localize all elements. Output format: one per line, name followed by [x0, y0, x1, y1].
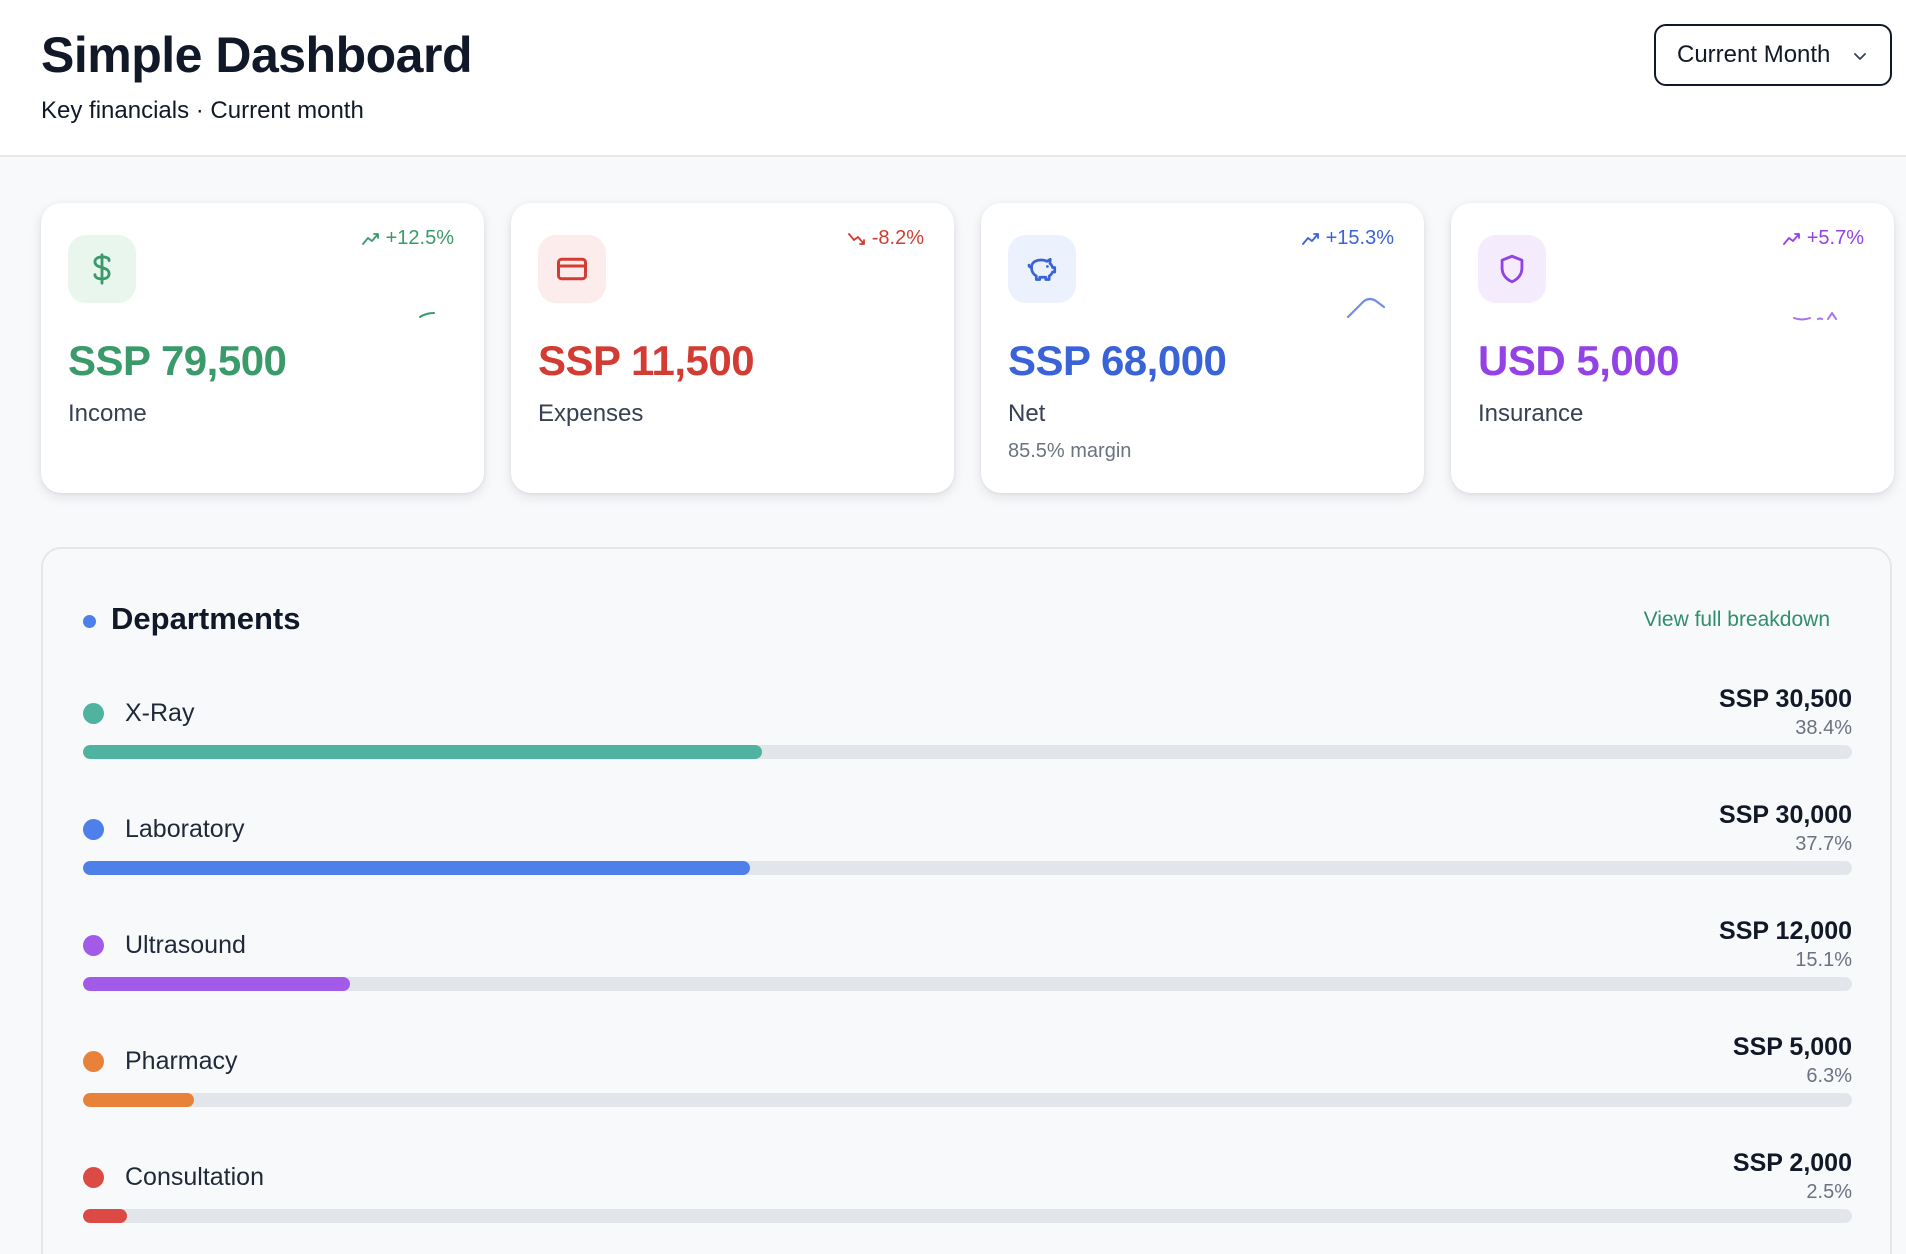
net-margin: 85.5% margin [1008, 440, 1132, 462]
page-title: Simple Dashboard [41, 27, 473, 83]
department-progress-fill [83, 977, 351, 991]
department-progress-fill [83, 745, 763, 759]
trend-up-icon [361, 232, 379, 245]
department-color-dot [83, 1167, 104, 1188]
department-name: Consultation [125, 1163, 264, 1191]
chevron-down-icon [1854, 53, 1866, 60]
insurance-amount: USD 5,000 [1478, 337, 1679, 384]
trend-up-icon [1782, 232, 1800, 245]
net-trend-value: +15.3% [1325, 227, 1394, 249]
department-percent: 37.7% [1795, 833, 1852, 855]
expenses-trend: -8.2% [847, 227, 924, 250]
department-name: Ultrasound [125, 931, 246, 959]
department-color-dot [83, 819, 104, 840]
department-color-dot [83, 1051, 104, 1072]
department-progress-fill [83, 1209, 128, 1223]
department-value: SSP 2,000 [1732, 1149, 1852, 1177]
department-progress-track [83, 977, 1852, 991]
department-value: SSP 30,000 [1719, 801, 1852, 829]
department-value: SSP 12,000 [1719, 917, 1852, 945]
department-value: SSP 30,500 [1719, 685, 1852, 713]
income-trend: +12.5% [361, 227, 454, 250]
income-trend-value: +12.5% [385, 227, 454, 249]
credit-card-icon [557, 257, 587, 281]
expenses-card[interactable]: -8.2% SSP 11,500 Expenses [511, 203, 954, 493]
income-amount: SSP 79,500 [68, 337, 287, 384]
expenses-trend-value: -8.2% [871, 227, 924, 249]
department-color-dot [83, 703, 104, 724]
period-select[interactable]: Current Month [1654, 24, 1892, 86]
dollar-icon [93, 253, 111, 285]
department-name: Pharmacy [125, 1047, 238, 1075]
department-progress-track [83, 1093, 1852, 1107]
department-progress-track [83, 1209, 1852, 1223]
department-row-x-ray[interactable]: X-Ray SSP 30,500 38.4% [83, 679, 1852, 779]
insurance-trend: +5.7% [1782, 227, 1864, 250]
departments-title-dot [83, 615, 96, 628]
shield-icon [1500, 254, 1524, 284]
net-icon-box [1008, 235, 1076, 303]
insurance-label: Insurance [1478, 400, 1584, 427]
department-color-dot [83, 935, 104, 956]
insurance-trend-value: +5.7% [1806, 227, 1864, 249]
trend-down-icon [847, 232, 865, 245]
net-trend: +15.3% [1301, 227, 1394, 250]
department-progress-track [83, 861, 1852, 875]
department-progress-fill [83, 1093, 195, 1107]
net-card[interactable]: +15.3% SSP 68,000 Net 85.5% margin [981, 203, 1424, 493]
view-full-breakdown-link[interactable]: View full breakdown [1644, 608, 1830, 632]
net-amount: SSP 68,000 [1008, 337, 1227, 384]
insurance-card[interactable]: +5.7% USD 5,000 Insurance [1451, 203, 1894, 493]
piggy-bank-icon [1027, 257, 1057, 281]
net-sparkline [1346, 297, 1386, 319]
header-bar: Simple Dashboard Key financials · Curren… [0, 0, 1906, 157]
departments-title: Departments [111, 601, 301, 636]
income-label: Income [68, 400, 147, 427]
department-row-pharmacy[interactable]: Pharmacy SSP 5,000 6.3% [83, 1027, 1852, 1127]
department-percent: 38.4% [1795, 717, 1852, 739]
department-percent: 15.1% [1795, 949, 1852, 971]
departments-panel: Departments View full breakdown X-Ray SS… [41, 547, 1892, 1254]
expenses-icon-box [538, 235, 606, 303]
department-row-consultation[interactable]: Consultation SSP 2,000 2.5% [83, 1143, 1852, 1243]
department-row-laboratory[interactable]: Laboratory SSP 30,000 37.7% [83, 795, 1852, 895]
department-value: SSP 5,000 [1732, 1033, 1852, 1061]
insurance-sparkline [1793, 312, 1837, 321]
department-row-ultrasound[interactable]: Ultrasound SSP 12,000 15.1% [83, 911, 1852, 1011]
department-progress-track [83, 745, 1852, 759]
period-select-value: Current Month [1677, 41, 1831, 68]
income-sparkline [419, 312, 435, 318]
insurance-icon-box [1478, 235, 1546, 303]
page-subtitle: Key financials · Current month [41, 97, 364, 124]
trend-up-icon [1301, 232, 1319, 245]
income-icon-box [68, 235, 136, 303]
department-percent: 6.3% [1806, 1065, 1852, 1087]
department-progress-fill [83, 861, 750, 875]
net-label: Net [1008, 400, 1046, 427]
department-name: X-Ray [125, 699, 195, 727]
expenses-amount: SSP 11,500 [538, 337, 755, 384]
income-card[interactable]: +12.5% SSP 79,500 Income [41, 203, 484, 493]
expenses-label: Expenses [538, 400, 644, 427]
department-percent: 2.5% [1806, 1181, 1852, 1203]
department-name: Laboratory [125, 815, 245, 843]
